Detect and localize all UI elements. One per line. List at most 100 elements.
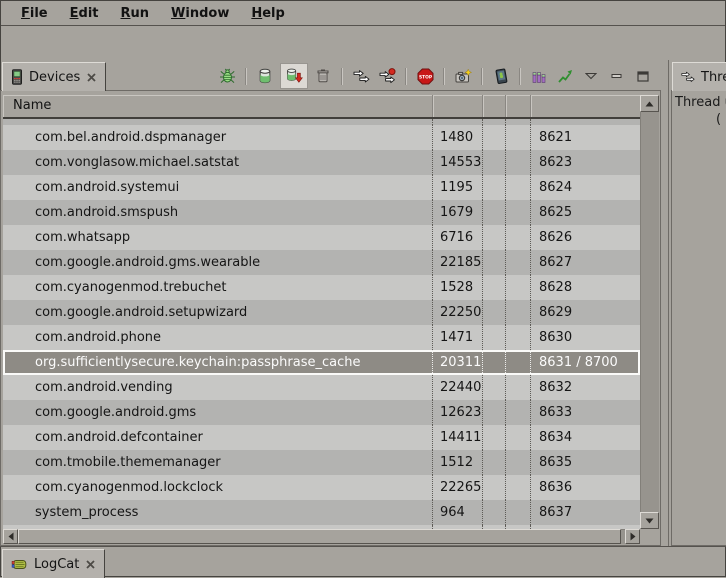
tab-devices[interactable]: Devices bbox=[2, 62, 106, 91]
column-header-port[interactable] bbox=[531, 95, 640, 117]
close-icon[interactable] bbox=[86, 72, 97, 83]
process-pid: 1480 bbox=[433, 125, 483, 150]
triangle-down-icon bbox=[645, 518, 654, 524]
horizontal-scroll-thumb[interactable] bbox=[18, 529, 621, 544]
process-name: com.google.android.gms bbox=[3, 400, 433, 425]
process-pid: 20311 bbox=[433, 350, 483, 375]
empty-cell bbox=[483, 450, 506, 475]
logcat-strip: LogCat bbox=[0, 547, 726, 577]
table-row[interactable]: com.android.systemui11958624 bbox=[3, 175, 640, 200]
table-row[interactable]: com.android.vending224408632 bbox=[3, 375, 640, 400]
column-header-empty1[interactable] bbox=[483, 95, 506, 117]
process-port: 8631 / 8700 bbox=[531, 350, 640, 375]
empty-cell bbox=[506, 400, 531, 425]
menu-window[interactable]: Window bbox=[160, 4, 240, 23]
toolbar-separator bbox=[519, 68, 521, 85]
stop-process-button[interactable]: STOP bbox=[414, 65, 436, 87]
vertical-scrollbar[interactable] bbox=[640, 95, 659, 529]
triangle-up-icon bbox=[645, 101, 654, 107]
empty-cell bbox=[506, 450, 531, 475]
table-row[interactable]: com.google.android.gms126238633 bbox=[3, 400, 640, 425]
process-port: 8627 bbox=[531, 250, 640, 275]
screen-record-button[interactable] bbox=[490, 65, 512, 87]
table-row[interactable]: com.android.defcontainer144118634 bbox=[3, 425, 640, 450]
process-port: 8632 bbox=[531, 375, 640, 400]
start-method-profiling-button[interactable] bbox=[376, 65, 398, 87]
process-port: 8621 bbox=[531, 125, 640, 150]
process-name: com.android.vending bbox=[3, 375, 433, 400]
table-row[interactable]: com.cyanogenmod.lockclock222658636 bbox=[3, 475, 640, 500]
view-sash[interactable] bbox=[662, 60, 668, 546]
update-threads-button[interactable] bbox=[350, 65, 372, 87]
tab-logcat[interactable]: LogCat bbox=[2, 549, 105, 578]
bug-icon bbox=[219, 68, 236, 85]
process-pid: 964 bbox=[433, 500, 483, 525]
table-row[interactable]: com.google.android.setupwizard222508629 bbox=[3, 300, 640, 325]
empty-cell bbox=[506, 275, 531, 300]
devices-table: Name com.bel.android.dspmanager14808621c… bbox=[3, 95, 659, 544]
table-row[interactable]: com.bel.android.dspmanager14808621 bbox=[3, 125, 640, 150]
empty-cell bbox=[483, 175, 506, 200]
empty-cell bbox=[483, 250, 506, 275]
maximize-button[interactable] bbox=[632, 65, 654, 87]
process-port: 8625 bbox=[531, 200, 640, 225]
process-port: 8633 bbox=[531, 400, 640, 425]
empty-cell bbox=[483, 300, 506, 325]
tab-threads[interactable]: Threads bbox=[672, 62, 726, 91]
column-header-empty2[interactable] bbox=[506, 95, 531, 117]
debug-process-button[interactable] bbox=[216, 65, 238, 87]
stop-icon: STOP bbox=[417, 68, 434, 85]
empty-cell bbox=[483, 325, 506, 350]
scroll-up-button[interactable] bbox=[640, 95, 659, 112]
minimize-button[interactable] bbox=[606, 65, 628, 87]
screen-capture-button[interactable] bbox=[452, 65, 474, 87]
dump-hprof-button[interactable] bbox=[280, 63, 308, 89]
update-heap-button[interactable] bbox=[254, 65, 276, 87]
process-pid: 1512 bbox=[433, 450, 483, 475]
empty-cell bbox=[506, 375, 531, 400]
process-pid: 14411 bbox=[433, 425, 483, 450]
process-port: 8636 bbox=[531, 475, 640, 500]
empty-cell bbox=[483, 350, 506, 375]
stop-icon-label: STOP bbox=[418, 74, 432, 80]
column-header-pid[interactable] bbox=[433, 95, 483, 117]
table-row[interactable]: system_process9648637 bbox=[3, 500, 640, 525]
column-header-name[interactable]: Name bbox=[3, 95, 433, 117]
menu-run[interactable]: Run bbox=[110, 4, 161, 23]
toolbar-separator bbox=[405, 68, 407, 85]
scroll-right-button[interactable] bbox=[625, 529, 640, 544]
sysinfo-icon bbox=[531, 68, 547, 84]
table-row[interactable]: com.android.smspush16798625 bbox=[3, 200, 640, 225]
ddms-window: { "menubar": { "items": ["File", "Edit",… bbox=[0, 0, 726, 577]
table-row[interactable]: org.sufficientlysecure.keychain:passphra… bbox=[3, 350, 640, 375]
empty-cell bbox=[506, 325, 531, 350]
horizontal-scrollbar[interactable] bbox=[3, 529, 640, 544]
scroll-left-button[interactable] bbox=[3, 529, 18, 544]
hierarchy-view-button[interactable] bbox=[554, 65, 576, 87]
table-row[interactable]: com.google.android.gms.wearable221858627 bbox=[3, 250, 640, 275]
devices-table-body: com.bel.android.dspmanager14808621com.vo… bbox=[3, 119, 640, 529]
close-icon[interactable] bbox=[85, 559, 96, 570]
empty-cell bbox=[483, 400, 506, 425]
table-row[interactable]: com.whatsapp67168626 bbox=[3, 225, 640, 250]
process-port: 8634 bbox=[531, 425, 640, 450]
devices-toolbar: STOP bbox=[216, 63, 654, 89]
system-info-button[interactable] bbox=[528, 65, 550, 87]
table-row[interactable]: com.tmobile.thememanager15128635 bbox=[3, 450, 640, 475]
cause-gc-button[interactable] bbox=[312, 65, 334, 87]
table-row[interactable]: com.android.phone14718630 bbox=[3, 325, 640, 350]
menu-file[interactable]: File bbox=[10, 4, 59, 23]
threads-view-content: Thread up ( bbox=[671, 90, 726, 546]
process-port: 8626 bbox=[531, 225, 640, 250]
menu-help[interactable]: Help bbox=[240, 4, 295, 23]
table-row[interactable]: com.vonglasow.michael.satstat145538623 bbox=[3, 150, 640, 175]
empty-cell bbox=[483, 500, 506, 525]
process-pid: 22265 bbox=[433, 475, 483, 500]
scroll-down-button[interactable] bbox=[640, 512, 659, 529]
process-pid: 1528 bbox=[433, 275, 483, 300]
table-row[interactable]: com.cyanogenmod.trebuchet15288628 bbox=[3, 275, 640, 300]
menu-edit[interactable]: Edit bbox=[59, 4, 110, 23]
process-name: com.google.android.setupwizard bbox=[3, 300, 433, 325]
view-menu-button[interactable] bbox=[580, 65, 602, 87]
camera-icon bbox=[455, 68, 472, 85]
